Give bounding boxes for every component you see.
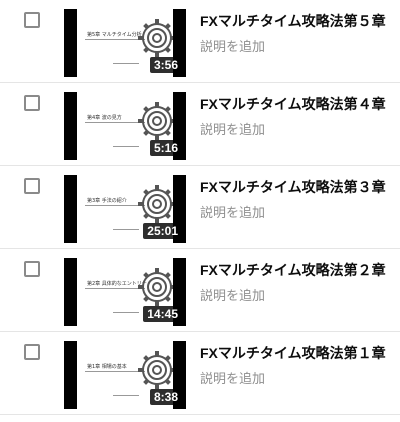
gear-icon bbox=[138, 268, 173, 306]
select-checkbox[interactable] bbox=[24, 344, 40, 360]
slide-footer-line bbox=[113, 395, 139, 396]
video-duration: 25:01 bbox=[143, 223, 182, 239]
gear-icon bbox=[138, 351, 173, 389]
video-row: 第5章 マルチタイム分析 3:56 FXマルチタイム攻略法第５章 説明を追加 bbox=[0, 0, 400, 83]
video-thumbnail[interactable]: 第1章 相場の基本 8:38 bbox=[64, 341, 186, 409]
slide-footer-line bbox=[113, 63, 139, 64]
add-description-link[interactable]: 説明を追加 bbox=[200, 119, 265, 138]
video-list: 第5章 マルチタイム分析 3:56 FXマルチタイム攻略法第５章 説明を追加 第… bbox=[0, 0, 400, 415]
select-checkbox[interactable] bbox=[24, 95, 40, 111]
video-thumbnail[interactable]: 第4章 波の見方 5:16 bbox=[64, 92, 186, 160]
select-checkbox[interactable] bbox=[24, 261, 40, 277]
video-row: 第4章 波の見方 5:16 FXマルチタイム攻略法第４章 説明を追加 bbox=[0, 83, 400, 166]
select-checkbox[interactable] bbox=[24, 12, 40, 28]
video-duration: 5:16 bbox=[149, 140, 182, 156]
video-row: 第2章 具体的なエントリー 14:45 FXマルチタイム攻略法第２章 説明を追加 bbox=[0, 249, 400, 332]
video-row: 第3章 手法の紹介 25:01 FXマルチタイム攻略法第３章 説明を追加 bbox=[0, 166, 400, 249]
video-title[interactable]: FXマルチタイム攻略法第３章 bbox=[200, 177, 386, 197]
slide-footer-line bbox=[113, 229, 139, 230]
slide-title: 第3章 手法の紹介 bbox=[87, 198, 127, 204]
video-thumbnail[interactable]: 第3章 手法の紹介 25:01 bbox=[64, 175, 186, 243]
video-thumbnail[interactable]: 第5章 マルチタイム分析 3:56 bbox=[64, 9, 186, 77]
gear-icon bbox=[138, 185, 173, 223]
video-thumbnail[interactable]: 第2章 具体的なエントリー 14:45 bbox=[64, 258, 186, 326]
slide-title: 第5章 マルチタイム分析 bbox=[87, 32, 142, 38]
video-duration: 3:56 bbox=[149, 57, 182, 73]
add-description-link[interactable]: 説明を追加 bbox=[200, 285, 265, 304]
add-description-link[interactable]: 説明を追加 bbox=[200, 36, 265, 55]
video-duration: 8:38 bbox=[149, 389, 182, 405]
select-checkbox[interactable] bbox=[24, 178, 40, 194]
gear-icon bbox=[138, 102, 173, 140]
gear-icon bbox=[138, 19, 173, 57]
slide-footer-line bbox=[113, 146, 139, 147]
video-duration: 14:45 bbox=[143, 306, 182, 322]
video-title[interactable]: FXマルチタイム攻略法第４章 bbox=[200, 94, 386, 114]
slide-footer-line bbox=[113, 312, 139, 313]
slide-title: 第1章 相場の基本 bbox=[87, 364, 127, 370]
add-description-link[interactable]: 説明を追加 bbox=[200, 202, 265, 221]
video-title[interactable]: FXマルチタイム攻略法第１章 bbox=[200, 343, 386, 363]
video-title[interactable]: FXマルチタイム攻略法第５章 bbox=[200, 11, 386, 31]
video-title[interactable]: FXマルチタイム攻略法第２章 bbox=[200, 260, 386, 280]
add-description-link[interactable]: 説明を追加 bbox=[200, 368, 265, 387]
video-row: 第1章 相場の基本 8:38 FXマルチタイム攻略法第１章 説明を追加 bbox=[0, 332, 400, 415]
slide-title: 第4章 波の見方 bbox=[87, 115, 122, 121]
